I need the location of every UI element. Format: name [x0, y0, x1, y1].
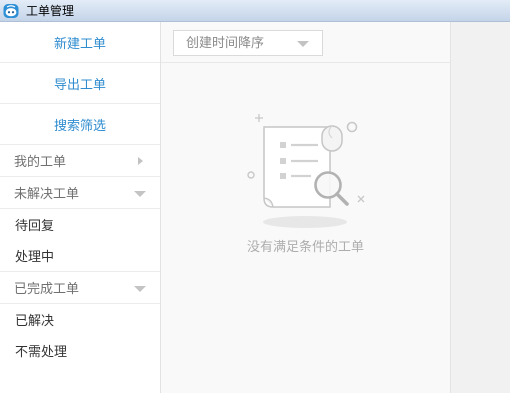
title-bar: 工单管理: [0, 0, 510, 22]
list-toolbar: 创建时间降序: [161, 22, 450, 63]
ticket-list-panel: 创建时间降序 没有满足条件的工单: [161, 22, 451, 393]
empty-document-search-icon: [245, 108, 375, 233]
group-my-tickets: 我的工单: [0, 145, 160, 177]
sort-selected-value: 创建时间降序: [186, 35, 265, 50]
new-ticket-button[interactable]: 新建工单: [0, 22, 160, 63]
group-label: 已完成工单: [14, 281, 80, 296]
sidebar: 新建工单 导出工单 搜索筛选 我的工单 未解决工单 待回复 处理中 已完成工单 …: [0, 22, 161, 393]
caret-down-icon: [134, 191, 146, 197]
sidebar-item-resolved[interactable]: 已解决: [0, 304, 160, 335]
sidebar-item-no-action-needed[interactable]: 不需处理: [0, 335, 160, 366]
group-header-completed[interactable]: 已完成工单: [0, 272, 160, 304]
window-title: 工单管理: [26, 4, 75, 18]
sort-dropdown[interactable]: 创建时间降序: [173, 30, 323, 56]
caret-down-icon: [134, 286, 146, 292]
caret-right-icon: [138, 157, 143, 165]
group-unresolved: 未解决工单 待回复 处理中: [0, 177, 160, 272]
search-filter-button[interactable]: 搜索筛选: [0, 104, 160, 145]
group-label: 我的工单: [14, 154, 67, 169]
group-label: 未解决工单: [14, 186, 80, 201]
group-items-unresolved: 待回复 处理中: [0, 209, 160, 272]
sidebar-item-awaiting-reply[interactable]: 待回复: [0, 209, 160, 240]
group-header-unresolved[interactable]: 未解决工单: [0, 177, 160, 209]
group-header-my-tickets[interactable]: 我的工单: [0, 145, 160, 177]
export-tickets-button[interactable]: 导出工单: [0, 63, 160, 104]
group-items-completed: 已解决 不需处理: [0, 304, 160, 366]
group-completed: 已完成工单 已解决 不需处理: [0, 272, 160, 366]
empty-state-message: 没有满足条件的工单: [246, 239, 364, 254]
app-logo-icon: [3, 3, 19, 19]
sidebar-item-in-progress[interactable]: 处理中: [0, 240, 160, 271]
ticket-detail-panel: [451, 22, 510, 393]
chevron-down-icon: [297, 41, 309, 47]
